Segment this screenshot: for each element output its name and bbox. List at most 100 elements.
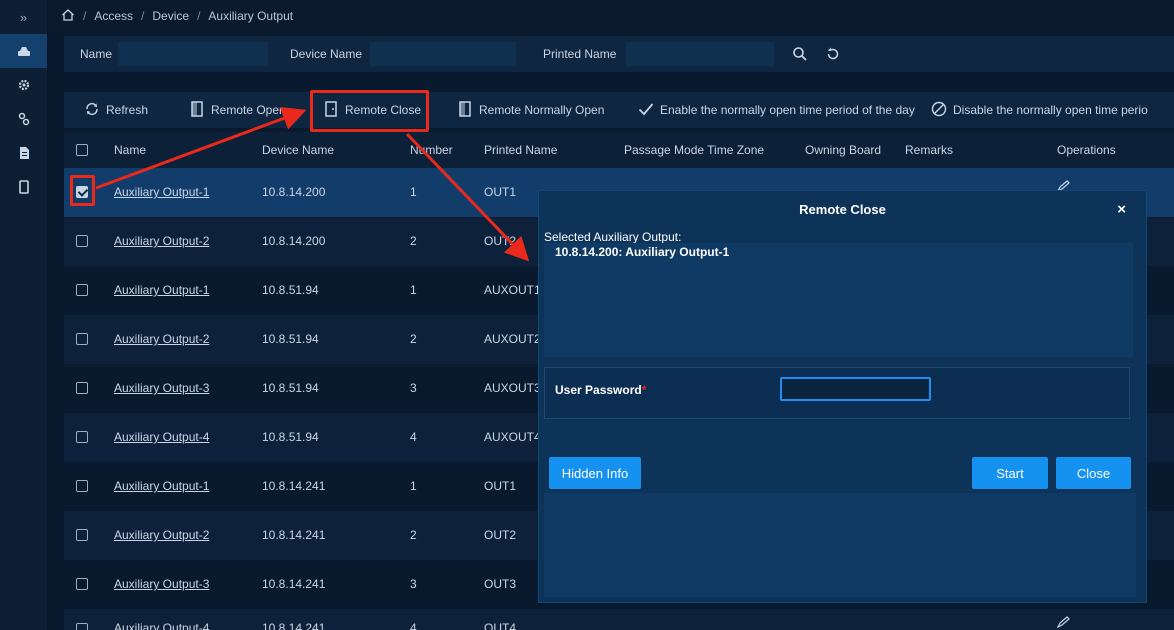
row-name-link[interactable]: Auxiliary Output-3 — [114, 381, 209, 395]
row-number: 4 — [410, 621, 417, 630]
home-icon[interactable] — [61, 8, 75, 25]
row-number: 3 — [410, 577, 417, 591]
checkmark-icon — [638, 101, 654, 120]
row-printed-name: OUT1 — [484, 185, 517, 199]
row-checkbox[interactable] — [76, 578, 88, 590]
row-checkbox[interactable] — [76, 431, 88, 443]
name-filter-label: Name — [80, 47, 113, 61]
header-remarks[interactable]: Remarks — [905, 143, 953, 157]
row-printed-name: OUT3 — [484, 577, 517, 591]
printed-name-filter-input[interactable] — [626, 42, 774, 66]
row-name-link[interactable]: Auxiliary Output-4 — [114, 430, 209, 444]
header-number[interactable]: Number — [410, 143, 453, 157]
selected-output-item: 10.8.14.200: Auxiliary Output-1 — [555, 245, 730, 259]
password-panel: User Password* — [544, 367, 1130, 419]
remote-normally-open-button[interactable]: Remote Normally Open — [457, 92, 604, 128]
password-label: User Password* — [555, 383, 647, 397]
printed-name-filter-label: Printed Name — [543, 47, 617, 61]
name-filter-input[interactable] — [118, 42, 268, 66]
dialog-title-text: Remote Close — [799, 201, 886, 217]
table-header: Name Device Name Number Printed Name Pas… — [64, 132, 1174, 168]
row-name-link[interactable]: Auxiliary Output-2 — [114, 332, 209, 346]
enable-normally-open-label: Enable the normally open time period of … — [660, 103, 915, 117]
required-marker: * — [641, 383, 647, 397]
disable-normally-open-button[interactable]: Disable the normally open time perio — [931, 92, 1148, 128]
header-name[interactable]: Name — [114, 143, 146, 157]
row-device-name: 10.8.51.94 — [262, 430, 319, 444]
row-printed-name: AUXOUT4 — [484, 430, 541, 444]
annotation-highlight-checkbox — [70, 175, 95, 206]
row-checkbox[interactable] — [76, 284, 88, 296]
breadcrumb-separator: / — [141, 9, 145, 23]
row-checkbox[interactable] — [76, 623, 88, 630]
select-all-checkbox[interactable] — [76, 144, 88, 156]
action-toolbar: Refresh Remote Open Remote Close Remote … — [64, 92, 1174, 128]
close-button[interactable]: Close — [1056, 457, 1131, 489]
breadcrumb-access[interactable]: Access — [94, 9, 133, 23]
annotation-highlight-remote-close — [310, 90, 429, 132]
remote-open-button[interactable]: Remote Open — [189, 92, 286, 128]
start-button[interactable]: Start — [972, 457, 1048, 489]
header-passage-mode[interactable]: Passage Mode Time Zone — [624, 143, 764, 157]
search-icon[interactable] — [790, 44, 810, 64]
row-name-link[interactable]: Auxiliary Output-4 — [114, 621, 209, 630]
row-name-link[interactable]: Auxiliary Output-3 — [114, 577, 209, 591]
row-number: 2 — [410, 332, 417, 346]
row-device-name: 10.8.14.241 — [262, 528, 326, 542]
header-device-name[interactable]: Device Name — [262, 143, 334, 157]
row-device-name: 10.8.14.200 — [262, 234, 326, 248]
row-checkbox[interactable] — [76, 333, 88, 345]
remote-normally-open-label: Remote Normally Open — [479, 103, 605, 117]
row-device-name: 10.8.51.94 — [262, 283, 319, 297]
table-row[interactable]: Auxiliary Output-4 10.8.14.241 4 OUT4 — [64, 609, 1174, 630]
header-owning-board[interactable]: Owning Board — [805, 143, 881, 157]
expand-menu-icon[interactable]: » — [0, 0, 47, 34]
reset-icon[interactable] — [823, 44, 843, 64]
breadcrumb-device[interactable]: Device — [152, 9, 189, 23]
row-name-link[interactable]: Auxiliary Output-1 — [114, 185, 209, 199]
row-device-name: 10.8.51.94 — [262, 381, 319, 395]
row-name-link[interactable]: Auxiliary Output-2 — [114, 528, 209, 542]
row-number: 1 — [410, 185, 417, 199]
row-checkbox[interactable] — [76, 235, 88, 247]
row-printed-name: AUXOUT3 — [484, 381, 541, 395]
row-device-name: 10.8.51.94 — [262, 332, 319, 346]
breadcrumb-auxiliary-output: Auxiliary Output — [208, 9, 294, 23]
selected-output-list: 10.8.14.200: Auxiliary Output-1 — [544, 243, 1133, 357]
device-nav-icon[interactable] — [0, 34, 47, 68]
row-device-name: 10.8.14.241 — [262, 621, 326, 630]
row-printed-name: AUXOUT1 — [484, 283, 541, 297]
row-device-name: 10.8.14.241 — [262, 577, 326, 591]
settings-gear-icon[interactable] — [0, 68, 47, 102]
row-printed-name: OUT4 — [484, 621, 517, 630]
row-number: 1 — [410, 283, 417, 297]
dialog-close-icon[interactable]: × — [1117, 201, 1126, 218]
breadcrumb-separator: / — [83, 9, 87, 23]
password-input[interactable] — [780, 377, 931, 401]
refresh-button[interactable]: Refresh — [84, 92, 148, 128]
row-checkbox[interactable] — [76, 382, 88, 394]
device-tablet-icon[interactable] — [0, 170, 47, 204]
row-name-link[interactable]: Auxiliary Output-1 — [114, 283, 209, 297]
row-printed-name: OUT2 — [484, 528, 517, 542]
progress-log-area — [544, 493, 1136, 597]
row-number: 3 — [410, 381, 417, 395]
access-rules-icon[interactable] — [0, 102, 47, 136]
edit-icon[interactable] — [1056, 616, 1072, 630]
row-name-link[interactable]: Auxiliary Output-1 — [114, 479, 209, 493]
row-checkbox[interactable] — [76, 529, 88, 541]
header-printed-name[interactable]: Printed Name — [484, 143, 557, 157]
row-name-link[interactable]: Auxiliary Output-2 — [114, 234, 209, 248]
enable-normally-open-button[interactable]: Enable the normally open time period of … — [638, 92, 915, 128]
left-rail: » — [0, 0, 48, 630]
hidden-info-button[interactable]: Hidden Info — [549, 457, 641, 489]
device-name-filter-input[interactable] — [370, 42, 516, 66]
row-number: 4 — [410, 430, 417, 444]
refresh-label: Refresh — [106, 103, 149, 117]
breadcrumb-separator: / — [197, 9, 201, 23]
row-checkbox[interactable] — [76, 480, 88, 492]
search-bar: Name Device Name Printed Name — [64, 36, 1174, 72]
door-normally-open-icon — [457, 100, 473, 120]
reports-document-icon[interactable] — [0, 136, 47, 170]
row-number: 1 — [410, 479, 417, 493]
